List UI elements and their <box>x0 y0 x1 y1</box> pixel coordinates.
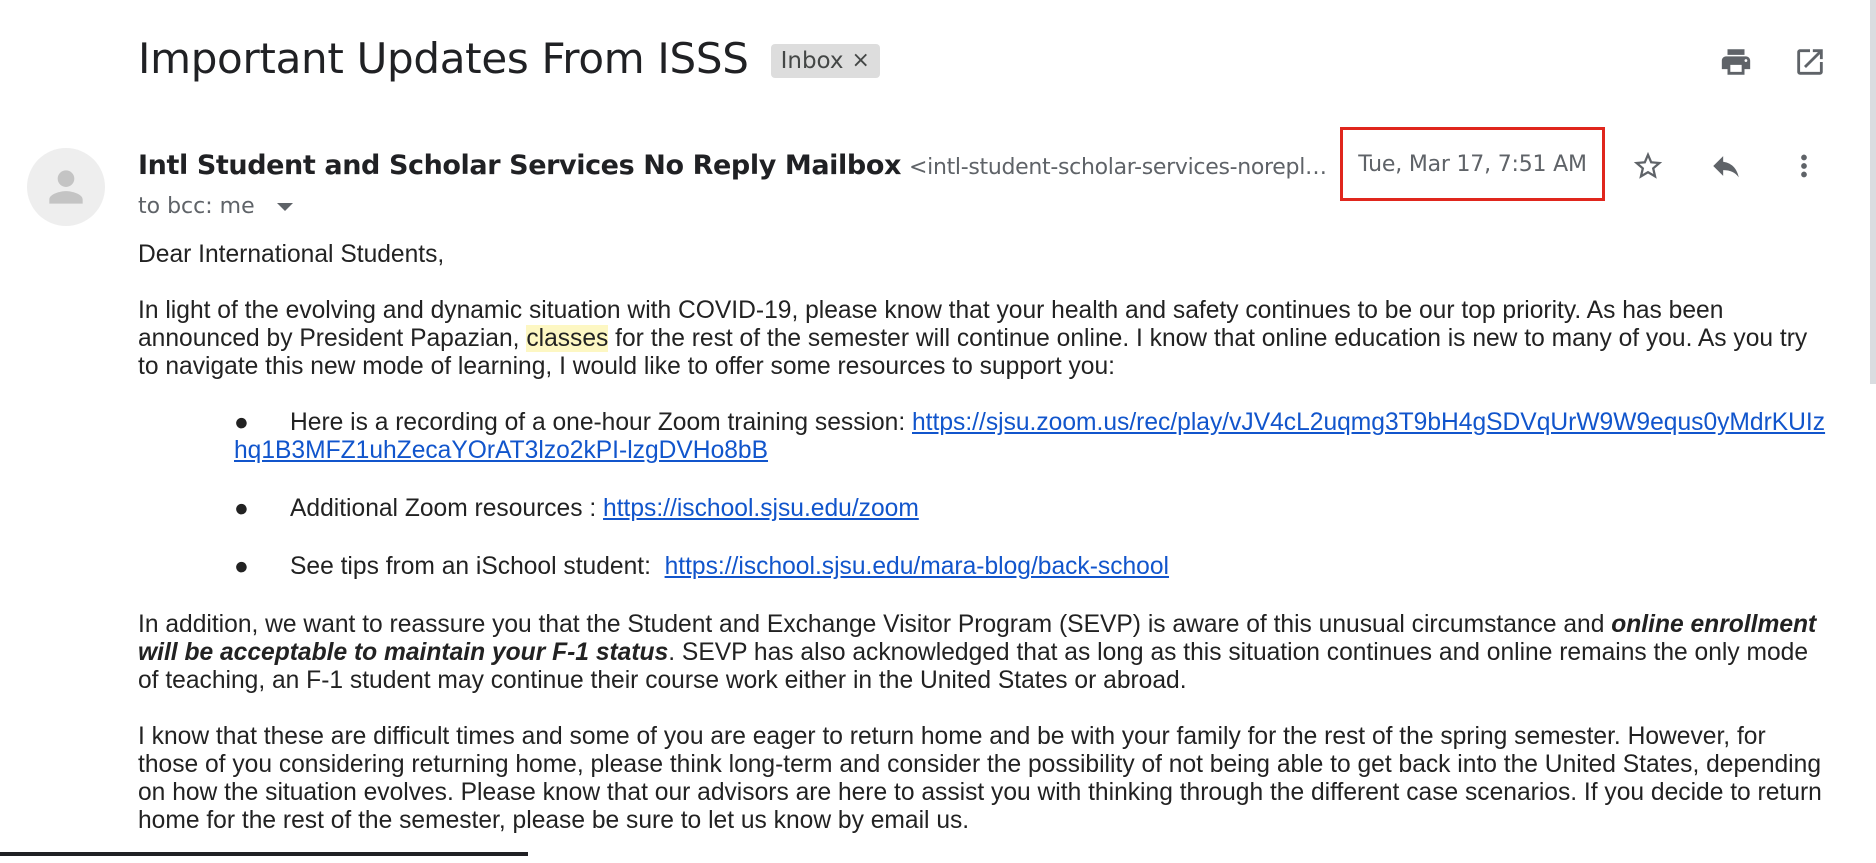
bullet-dot: ● <box>234 553 249 580</box>
zoom-resources-link[interactable]: https://ischool.sjsu.edu/zoom <box>603 495 919 522</box>
subject-row: Important Updates From ISSS Inbox × <box>138 34 880 83</box>
scrollbar[interactable] <box>1870 0 1876 384</box>
inbox-label-chip[interactable]: Inbox × <box>770 43 880 78</box>
sender-name[interactable]: Intl Student and Scholar Services No Rep… <box>138 150 901 181</box>
paragraph-2-text-a: In addition, we want to reassure you tha… <box>138 611 1612 638</box>
thread-actions <box>1718 44 1828 80</box>
sender-avatar[interactable] <box>27 148 105 226</box>
date-highlight-box: Tue, Mar 17, 7:51 AM <box>1340 127 1605 201</box>
email-subject: Important Updates From ISSS <box>138 34 749 83</box>
bullet-dot: ● <box>234 495 249 522</box>
paragraph-2: In addition, we want to reassure you tha… <box>138 611 1828 695</box>
list-item-text: Additional Zoom resources : <box>290 495 604 522</box>
paragraph-3: I know that these are difficult times an… <box>138 723 1822 834</box>
open-in-new-window-icon[interactable] <box>1792 44 1828 80</box>
star-icon[interactable] <box>1630 148 1666 184</box>
message-date[interactable]: Tue, Mar 17, 7:51 AM <box>1358 152 1587 177</box>
print-icon[interactable] <box>1718 44 1754 80</box>
recipients-line: to bcc: me <box>138 194 293 219</box>
reply-icon[interactable] <box>1708 148 1744 184</box>
highlighted-word: classes <box>526 325 609 352</box>
list-item-text: Here is a recording of a one-hour Zoom t… <box>290 409 912 436</box>
sender-email: <intl-student-scholar-services-noreply@s… <box>909 155 1334 180</box>
greeting: Dear International Students, <box>138 241 445 268</box>
recipients-text: to bcc: me <box>138 194 255 219</box>
ischool-blog-link[interactable]: https://ischool.sjsu.edu/mara-blog/back-… <box>665 553 1169 580</box>
message-body: Dear International Students, In light of… <box>138 241 1828 863</box>
list-item: ● Additional Zoom resources : https://isc… <box>234 495 1828 523</box>
paragraph-1: In light of the evolving and dynamic sit… <box>138 297 1828 381</box>
person-icon <box>49 170 83 204</box>
list-item-text: See tips from an iSchool student: <box>290 553 665 580</box>
bullet-dot: ● <box>234 409 249 436</box>
more-vert-icon[interactable] <box>1786 148 1822 184</box>
list-item: ● Here is a recording of a one-hour Zoom … <box>234 409 1828 465</box>
sender-row: Intl Student and Scholar Services No Rep… <box>138 150 1334 181</box>
chevron-down-icon[interactable] <box>276 202 293 211</box>
label-text: Inbox <box>780 47 844 74</box>
list-item: ● See tips from an iSchool student: https… <box>234 553 1828 581</box>
bottom-bar <box>0 852 528 856</box>
remove-label-icon[interactable]: × <box>852 48 870 73</box>
message-actions <box>1630 148 1822 184</box>
